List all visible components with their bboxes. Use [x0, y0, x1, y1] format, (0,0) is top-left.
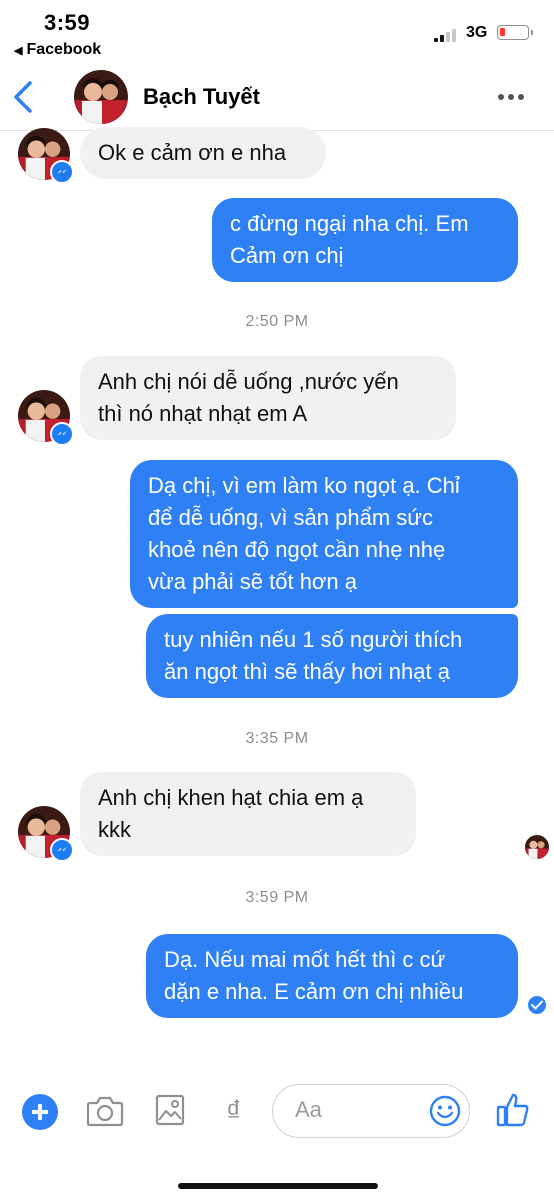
message-line: Anh chị khen hạt chia em ạ: [98, 785, 364, 810]
timestamp: 3:35 PM: [245, 730, 309, 747]
delivered-check-icon: [528, 996, 546, 1014]
message-bubble-incoming[interactable]: Anh chị khen hạt chia em ạ kkk: [80, 772, 416, 856]
message-line: khoẻ nên độ ngọt cần nhẹ nhẹ: [148, 537, 446, 562]
message-line: ăn ngọt thì sẽ thấy hơi nhạt ạ: [164, 659, 450, 684]
contact-avatar[interactable]: [74, 70, 128, 124]
message-line: vừa phải sẽ tốt hơn ạ: [148, 569, 357, 594]
message-line: Dạ. Nếu mai mốt hết thì c cứ: [164, 947, 446, 972]
message-bubble-outgoing[interactable]: Dạ. Nếu mai mốt hết thì c cứ dặn e nha. …: [146, 934, 518, 1018]
message-bubble-incoming[interactable]: Anh chị nói dễ uống ,nước yến thì nó nhạ…: [80, 356, 456, 440]
message-bubble-incoming[interactable]: Ok e cảm ơn e nha: [80, 127, 326, 179]
message-bubble-outgoing[interactable]: tuy nhiên nếu 1 số người thích ăn ngọt t…: [146, 614, 518, 698]
plus-icon[interactable]: [22, 1094, 58, 1130]
message-line: thì nó nhạt nhạt em A: [98, 401, 308, 426]
message-line: Dạ chị, vì em làm ko ngọt ạ. Chỉ: [148, 473, 460, 498]
message-bubble-outgoing[interactable]: Dạ chị, vì em làm ko ngọt ạ. Chỉ để dễ u…: [130, 460, 518, 608]
chat-header: Bạch Tuyết: [0, 64, 554, 131]
seen-indicator-avatar: [525, 835, 549, 859]
message-input[interactable]: Aa: [272, 1084, 470, 1138]
back-app-label: Facebook: [26, 41, 102, 58]
back-to-app-link[interactable]: ◀ Facebook: [14, 41, 101, 59]
camera-icon[interactable]: [86, 1094, 124, 1128]
status-time: 3:59: [44, 10, 91, 35]
message-composer: ₫ Aa: [0, 1080, 554, 1146]
message-line: kkk: [98, 817, 131, 842]
emoji-icon[interactable]: [429, 1095, 461, 1127]
battery-icon: [497, 25, 533, 40]
message-input-placeholder: Aa: [295, 1097, 322, 1122]
messenger-badge-icon: [50, 838, 74, 862]
gallery-icon[interactable]: [155, 1094, 185, 1126]
message-bubble-outgoing[interactable]: c đừng ngại nha chị. Em Cảm ơn chị: [212, 198, 518, 282]
message-text: Ok e cảm ơn e nha: [98, 140, 287, 165]
messenger-badge-icon: [50, 422, 74, 446]
timestamp: 3:59 PM: [245, 889, 309, 906]
thumbs-up-icon[interactable]: [496, 1092, 530, 1128]
currency-icon[interactable]: ₫: [226, 1094, 241, 1130]
message-line: c đừng ngại nha chị. Em: [230, 211, 469, 236]
back-triangle-icon: ◀: [14, 45, 23, 57]
message-line: Anh chị nói dễ uống ,nước yến: [98, 369, 399, 394]
message-line: Cảm ơn chị: [230, 243, 344, 268]
status-bar: 3:59 ◀ Facebook 3G: [0, 0, 554, 64]
network-type: 3G: [466, 24, 488, 41]
signal-strength-icon: [434, 26, 462, 42]
message-line: tuy nhiên nếu 1 số người thích: [164, 627, 463, 652]
message-line: để dễ uống, vì sản phẩm sức: [148, 505, 434, 530]
contact-name[interactable]: Bạch Tuyết: [143, 84, 260, 110]
message-line: dặn e nha. E cảm ơn chị nhiều: [164, 979, 464, 1004]
timestamp: 2:50 PM: [245, 313, 309, 330]
more-options-icon[interactable]: [498, 94, 526, 102]
home-indicator[interactable]: [178, 1183, 378, 1189]
back-chevron-icon[interactable]: [10, 78, 38, 116]
messenger-badge-icon: [50, 160, 74, 184]
